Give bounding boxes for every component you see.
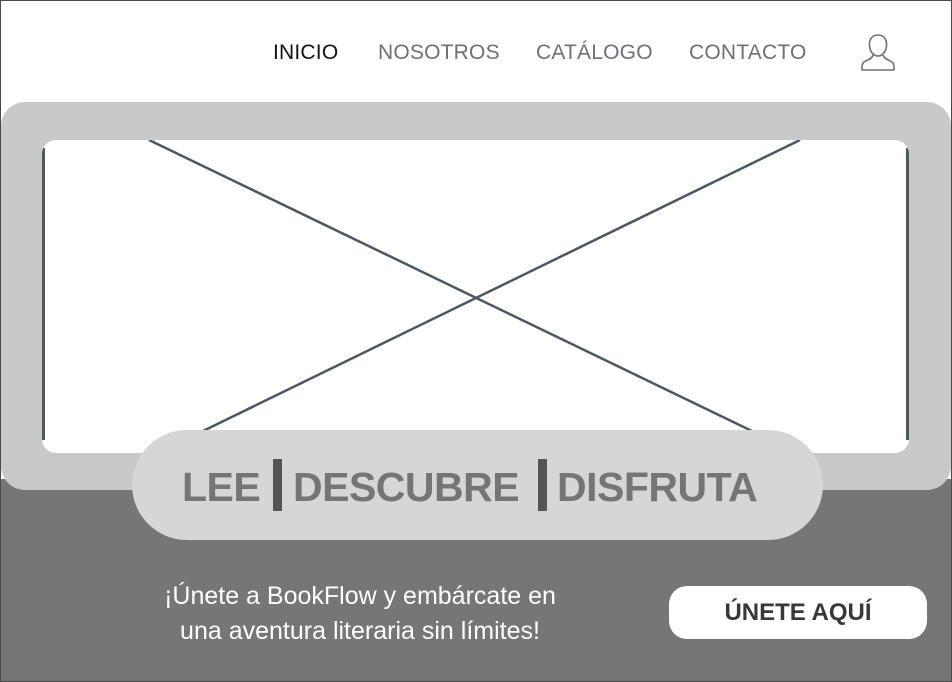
nav-item-contacto[interactable]: CONTACTO — [689, 41, 807, 65]
user-icon[interactable] — [859, 33, 897, 73]
tagline-separator — [273, 459, 282, 511]
tagline-separator — [538, 459, 547, 511]
tagline-word-disfruta: DISFRUTA — [557, 464, 758, 510]
nav-item-catalogo[interactable]: CATÁLOGO — [536, 41, 653, 65]
cta-description-line: ¡Únete a BookFlow y embárcate en — [164, 582, 556, 610]
nav-item-nosotros[interactable]: NOSOTROS — [378, 41, 500, 65]
image-placeholder-icon — [42, 140, 909, 453]
tagline-word-descubre: DESCUBRE — [293, 464, 520, 510]
page-frame: INICIO NOSOTROS CATÁLOGO CONTACTO LEE DE… — [0, 0, 952, 682]
top-navigation: INICIO NOSOTROS CATÁLOGO CONTACTO — [1, 1, 951, 101]
cta-description-line: una aventura literaria sin límites! — [180, 617, 540, 645]
cta-description: ¡Únete a BookFlow y embárcate en una ave… — [117, 579, 603, 649]
nav-item-inicio[interactable]: INICIO — [273, 41, 338, 65]
tagline-word-lee: LEE — [182, 464, 261, 510]
join-button[interactable]: ÚNETE AQUÍ — [669, 586, 927, 639]
user-icon-graphic — [861, 34, 895, 71]
